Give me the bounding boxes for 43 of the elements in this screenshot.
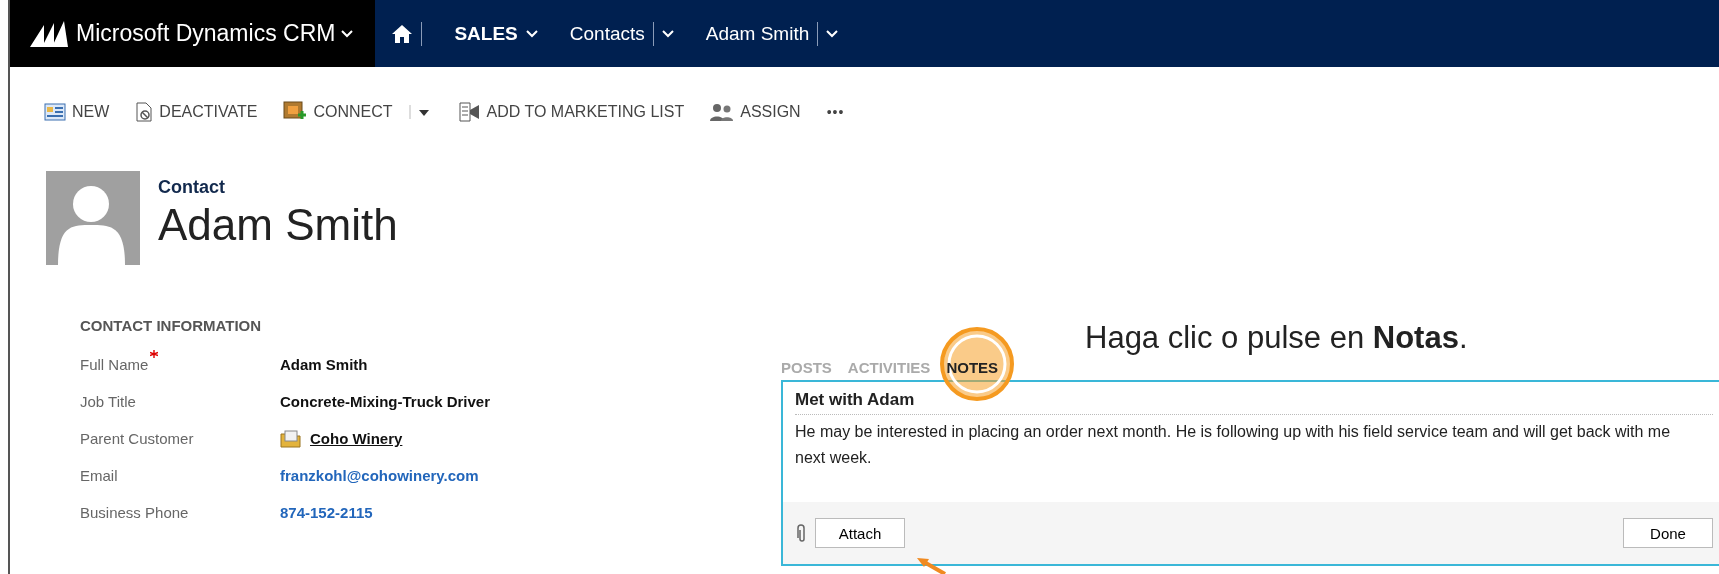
field-label: Full Name [80,356,149,373]
command-button[interactable]: DEACTIVATE [135,102,258,122]
home-icon[interactable] [391,23,414,44]
list-megaphone-icon [458,102,481,122]
record-name: Adam Smith [158,200,398,250]
command-button[interactable]: NEW [44,103,110,121]
field-value: Concrete-Mixing-Truck Driver [280,393,491,410]
command-button[interactable]: CONNECT [283,101,393,123]
paperclip-icon[interactable] [795,523,807,543]
logo-icon [30,20,70,47]
field-link[interactable]: 874-152-2115 [280,504,373,521]
field-value: Adam Smith [280,356,368,373]
field-label: Email [80,467,118,484]
brand-name: Microsoft Dynamics CRM [76,20,336,47]
nav-area[interactable]: SALES [454,22,518,45]
lookup-link[interactable]: Coho Winery [310,430,403,447]
chevron-down-icon[interactable] [661,29,674,38]
avatar-icon [46,171,140,265]
field-label: Business Phone [80,504,189,521]
command-button[interactable]: ASSIGN [710,102,801,122]
note-text: He may be interested in placing an order next month. He is following up with his field service team and will get back with me next week. [795,422,1672,468]
folder-icon [280,429,302,448]
section-title: CONTACT INFORMATION [80,317,263,334]
chevron-down-icon[interactable] [525,29,538,38]
chevron-down-icon[interactable] [341,29,354,38]
done-button[interactable]: Done [1623,518,1713,548]
people-icon [710,102,735,122]
note-editor[interactable]: Met with Adam He may be interested in placing an order next month. He is following up with his field service team and will get back with me next week. Attach Done [781,380,1719,566]
command-button[interactable]: ADD TO MARKETING LIST [458,102,685,122]
breadcrumb-link[interactable]: Contacts [569,22,645,45]
entity-type: Contact [158,177,226,198]
form-icon [44,103,66,121]
field-link[interactable]: franzkohl@cohowinery.com [280,467,479,484]
breadcrumb-link[interactable]: Adam Smith [705,22,810,45]
more-button[interactable]: ••• [826,104,845,120]
pointer-arrow [915,556,949,574]
note-title: Met with Adam [795,390,1713,415]
field-label: Parent Customer [80,430,194,447]
chevron-down-icon[interactable] [826,29,839,38]
document-block-icon [135,102,154,122]
attach-button[interactable]: Attach [815,518,905,548]
field-label: Job Title [80,393,136,410]
instruction-text: Haga clic o pulse en Notas. [1085,320,1468,356]
